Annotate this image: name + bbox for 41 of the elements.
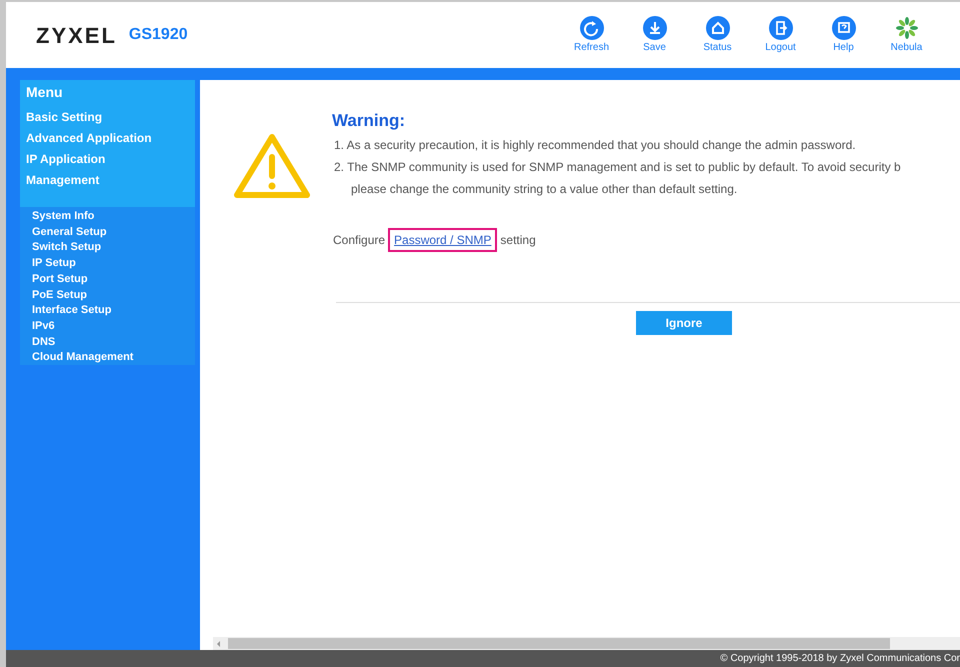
warning-text: please change the community string to a value other than default setting. xyxy=(350,181,738,198)
flower-icon xyxy=(894,16,918,40)
refresh-icon xyxy=(580,16,604,40)
toolbar-button[interactable]: Save xyxy=(623,16,686,54)
toolbar-button[interactable]: Nebula xyxy=(875,16,938,54)
menu-item[interactable]: General Setup xyxy=(32,224,183,240)
menu-item[interactable]: IPv6 xyxy=(32,318,183,335)
toolbar-button[interactable]: Status xyxy=(686,16,749,54)
toolbar-button[interactable]: Help xyxy=(812,16,875,54)
menu-title: Menu xyxy=(26,83,64,101)
ignore-button[interactable]: Ignore xyxy=(636,311,732,335)
menu-section[interactable]: Basic Setting xyxy=(26,107,189,128)
menu-item[interactable]: Cloud Management xyxy=(32,350,183,366)
menu-item[interactable]: Switch Setup xyxy=(32,240,183,256)
horizontal-scrollbar[interactable] xyxy=(213,637,960,650)
download-icon xyxy=(642,16,666,40)
warning-text: 1. As a security precaution, it is highly recommended that you should change the admin password. xyxy=(334,137,857,154)
menu-item[interactable]: DNS xyxy=(32,334,183,350)
menu-item[interactable]: PoE Setup xyxy=(32,288,183,304)
menu-item[interactable]: System Info xyxy=(32,209,183,225)
brand-logo: ZYXEL xyxy=(36,22,117,50)
warning-text: 2. The SNMP community is used for SNMP management and is set to public by default. To avoid security b xyxy=(334,159,901,176)
toolbar-button[interactable]: Refresh xyxy=(560,16,623,54)
model-name: GS1920 xyxy=(128,25,188,45)
menu-item[interactable]: IP Setup xyxy=(32,256,183,272)
menu-item[interactable]: Port Setup xyxy=(32,272,183,288)
password-snmp-link[interactable]: Password / SNMP xyxy=(388,228,498,252)
setting-label: setting xyxy=(500,232,536,249)
menu-section[interactable]: Advanced Application xyxy=(26,128,189,149)
toolbar-button[interactable]: Logout xyxy=(749,16,812,54)
scrollbar-thumb[interactable] xyxy=(228,638,890,649)
warning-title: Warning: xyxy=(332,110,406,132)
menu-item[interactable]: Interface Setup xyxy=(32,303,183,319)
menu-section[interactable]: IP Application xyxy=(26,149,189,170)
warning-icon xyxy=(233,132,311,200)
copyright-text: © Copyright 1995-2018 by Zyxel Communications Cor xyxy=(720,652,960,666)
home-icon xyxy=(706,16,730,40)
menu-section[interactable]: Management xyxy=(26,170,189,191)
help-icon xyxy=(832,16,856,40)
configure-label: Configure xyxy=(333,232,386,249)
logout-icon xyxy=(768,16,792,40)
